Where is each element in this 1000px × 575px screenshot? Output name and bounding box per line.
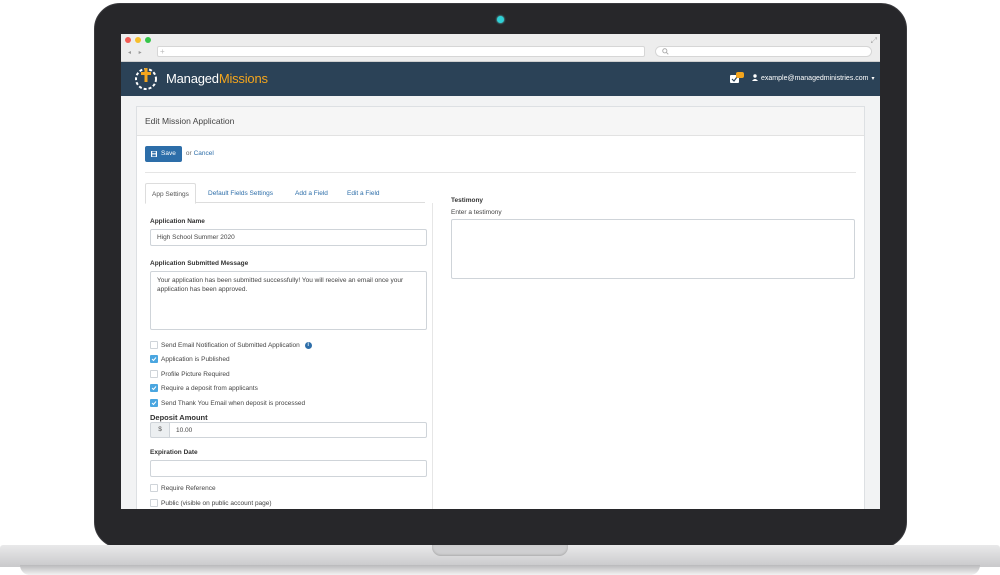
deposit-amount-label: Deposit Amount bbox=[150, 413, 208, 422]
brand-part2: Missions bbox=[218, 71, 268, 86]
maximize-window-button[interactable] bbox=[145, 37, 151, 43]
browser-chrome: ◂ ▸ + ⤢ bbox=[121, 34, 880, 62]
logo-compass-icon[interactable] bbox=[133, 65, 159, 91]
minimize-window-button[interactable] bbox=[135, 37, 141, 43]
page-title: Edit Mission Application bbox=[137, 107, 864, 136]
testimony-label: Testimony bbox=[451, 197, 484, 204]
application-name-input[interactable]: High School Summer 2020 bbox=[150, 229, 427, 246]
new-tab-icon[interactable]: + bbox=[160, 47, 165, 56]
cancel-link[interactable]: Cancel bbox=[194, 150, 214, 157]
webcam bbox=[497, 16, 504, 23]
search-icon bbox=[662, 48, 669, 55]
checkbox-application-published[interactable]: Application is Published bbox=[150, 355, 230, 363]
screen: ◂ ▸ + ⤢ ManagedMissions example@managedm… bbox=[121, 34, 880, 509]
checkbox-checked[interactable] bbox=[150, 355, 158, 363]
app-settings-form: Application Name High School Summer 2020… bbox=[145, 203, 433, 509]
checkbox-label: Send Email Notification of Submitted App… bbox=[161, 341, 300, 349]
brand-name[interactable]: ManagedMissions bbox=[166, 71, 268, 86]
expiration-date-label: Expiration Date bbox=[150, 449, 198, 456]
address-bar[interactable]: + bbox=[157, 46, 645, 57]
checkbox-require-reference[interactable]: Require Reference bbox=[150, 484, 216, 492]
checkbox-send-thank-you-email[interactable]: Send Thank You Email when deposit is pro… bbox=[150, 399, 305, 407]
checkbox-checked[interactable] bbox=[150, 384, 158, 392]
checkbox-profile-picture-required[interactable]: Profile Picture Required bbox=[150, 370, 230, 378]
user-icon bbox=[752, 74, 758, 81]
laptop-mockup: ◂ ▸ + ⤢ ManagedMissions example@managedm… bbox=[0, 0, 1000, 575]
submitted-message-label: Application Submitted Message bbox=[150, 260, 249, 267]
form-actions: Save or Cancel bbox=[145, 145, 214, 163]
checkbox[interactable] bbox=[150, 499, 158, 507]
checkbox-label: Public (visible on public account page) bbox=[161, 499, 272, 507]
browser-search-bar[interactable] bbox=[655, 46, 872, 57]
save-label: Save bbox=[161, 150, 176, 158]
edit-application-panel: Edit Mission Application Save or Cancel A… bbox=[136, 106, 865, 509]
checkbox-checked[interactable] bbox=[150, 399, 158, 407]
tab-default-fields-settings[interactable]: Default Fields Settings bbox=[202, 183, 279, 203]
testimony-textarea[interactable] bbox=[451, 219, 855, 279]
expiration-date-input[interactable] bbox=[150, 460, 427, 477]
checkbox[interactable] bbox=[150, 341, 158, 349]
notification-icon[interactable] bbox=[730, 72, 744, 84]
info-icon[interactable]: i bbox=[304, 341, 312, 349]
back-forward-buttons[interactable]: ◂ ▸ bbox=[128, 49, 145, 56]
divider bbox=[145, 172, 856, 173]
checkbox-label: Send Thank You Email when deposit is pro… bbox=[161, 399, 306, 407]
checkbox-label: Require a deposit from applicants bbox=[161, 384, 258, 392]
check-icon bbox=[151, 386, 157, 391]
checkbox[interactable] bbox=[150, 484, 158, 492]
checkbox-send-email-notification[interactable]: Send Email Notification of Submitted App… bbox=[150, 341, 312, 349]
checkbox-public[interactable]: Public (visible on public account page) bbox=[150, 499, 272, 507]
testimony-hint: Enter a testimony bbox=[451, 209, 502, 216]
tab-edit-a-field[interactable]: Edit a Field bbox=[341, 183, 386, 203]
laptop-base bbox=[0, 545, 1000, 575]
or-text: or bbox=[185, 150, 192, 158]
app-navbar: ManagedMissions example@managedministrie… bbox=[121, 62, 880, 96]
checkbox-require-deposit[interactable]: Require a deposit from applicants bbox=[150, 384, 258, 392]
main-content: Edit Mission Application Save or Cancel A… bbox=[121, 96, 880, 509]
close-window-button[interactable] bbox=[125, 37, 131, 43]
chevron-down-icon: ▾ bbox=[871, 76, 875, 82]
user-email: example@managedministries.com bbox=[761, 75, 869, 82]
tab-add-a-field[interactable]: Add a Field bbox=[289, 183, 334, 203]
brand-part1: Managed bbox=[166, 71, 219, 86]
check-icon bbox=[151, 401, 157, 406]
save-icon bbox=[151, 150, 157, 157]
checkbox[interactable] bbox=[150, 370, 158, 378]
submitted-message-textarea[interactable]: Your application has been submitted succ… bbox=[150, 271, 427, 330]
save-button[interactable]: Save bbox=[145, 145, 182, 162]
settings-tabs: App Settings Default Fields Settings Add… bbox=[145, 183, 425, 204]
checkbox-label: Require Reference bbox=[161, 484, 216, 492]
check-icon bbox=[151, 357, 157, 362]
tab-app-settings[interactable]: App Settings bbox=[145, 183, 196, 204]
checkbox-label: Application is Published bbox=[161, 355, 230, 363]
checkbox-label: Profile Picture Required bbox=[161, 370, 230, 378]
fullscreen-icon[interactable]: ⤢ bbox=[871, 36, 877, 46]
currency-addon: $ bbox=[150, 422, 169, 438]
application-name-label: Application Name bbox=[150, 218, 205, 225]
deposit-amount-input[interactable]: 10.00 bbox=[169, 422, 427, 438]
user-menu[interactable]: example@managedministries.com ▾ bbox=[752, 74, 875, 82]
